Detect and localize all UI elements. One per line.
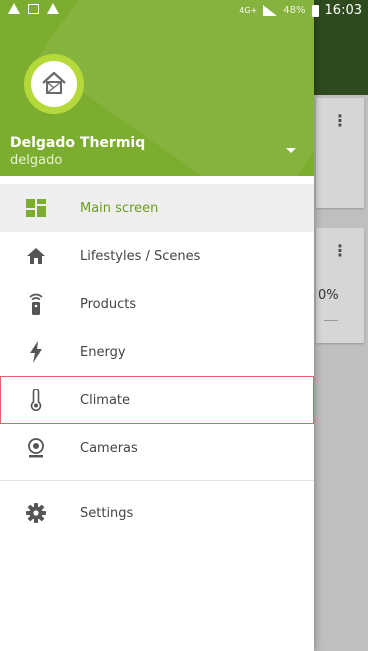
more-options-icon[interactable]: ⋮	[332, 243, 348, 259]
menu-item-main-screen[interactable]: Main screen	[0, 184, 314, 232]
house-icon	[42, 71, 66, 94]
avatar[interactable]	[24, 54, 84, 114]
menu-item-lifestyles-scenes[interactable]: Lifestyles / Scenes	[0, 232, 314, 280]
warning-icon	[47, 3, 59, 14]
drawer-header: Delgado Thermiq delgado	[0, 0, 314, 176]
background-card[interactable]: ⋮ 0%	[316, 228, 364, 343]
menu-item-label: Settings	[80, 505, 134, 521]
battery-icon	[311, 4, 319, 17]
account-dropdown-icon[interactable]	[286, 148, 296, 153]
navigation-drawer: Delgado Thermiq delgado Main screen Life…	[0, 0, 314, 651]
menu-item-energy[interactable]: Energy	[0, 328, 314, 376]
menu-item-label: Energy	[80, 344, 126, 360]
warning-icon	[8, 3, 20, 14]
thermometer-icon	[24, 388, 48, 412]
background-card[interactable]: ⋮	[316, 98, 364, 208]
menu-item-label: Products	[80, 296, 137, 312]
remote-icon	[24, 292, 48, 316]
dashboard-icon	[24, 196, 48, 220]
more-options-icon[interactable]: ⋮	[332, 113, 348, 129]
divider	[0, 480, 314, 481]
network-type: 4G+	[239, 5, 258, 15]
menu-item-climate[interactable]: Climate	[0, 376, 314, 424]
image-icon	[28, 3, 39, 14]
menu-item-cameras[interactable]: Cameras	[0, 424, 314, 472]
menu-item-products[interactable]: Products	[0, 280, 314, 328]
account-name: Delgado Thermiq	[10, 135, 146, 151]
lightning-icon	[24, 340, 48, 364]
signal-icon	[263, 5, 278, 16]
drawer-menu: Main screen Lifestyles / Scenes Products…	[0, 176, 314, 537]
menu-item-label: Climate	[80, 392, 131, 408]
menu-item-label: Lifestyles / Scenes	[80, 248, 201, 264]
home-icon	[24, 244, 48, 268]
camera-icon	[24, 436, 48, 460]
background-percent: 0%	[318, 288, 339, 303]
menu-item-settings[interactable]: Settings	[0, 489, 314, 537]
divider	[324, 320, 338, 321]
menu-item-label: Cameras	[80, 440, 138, 456]
account-login: delgado	[10, 153, 63, 168]
status-bar: 4G+ 48% 16:03	[0, 0, 368, 22]
menu-item-label: Main screen	[80, 200, 159, 216]
gear-icon	[24, 501, 48, 525]
battery-percent: 48%	[283, 5, 306, 16]
clock: 16:03	[324, 3, 362, 18]
